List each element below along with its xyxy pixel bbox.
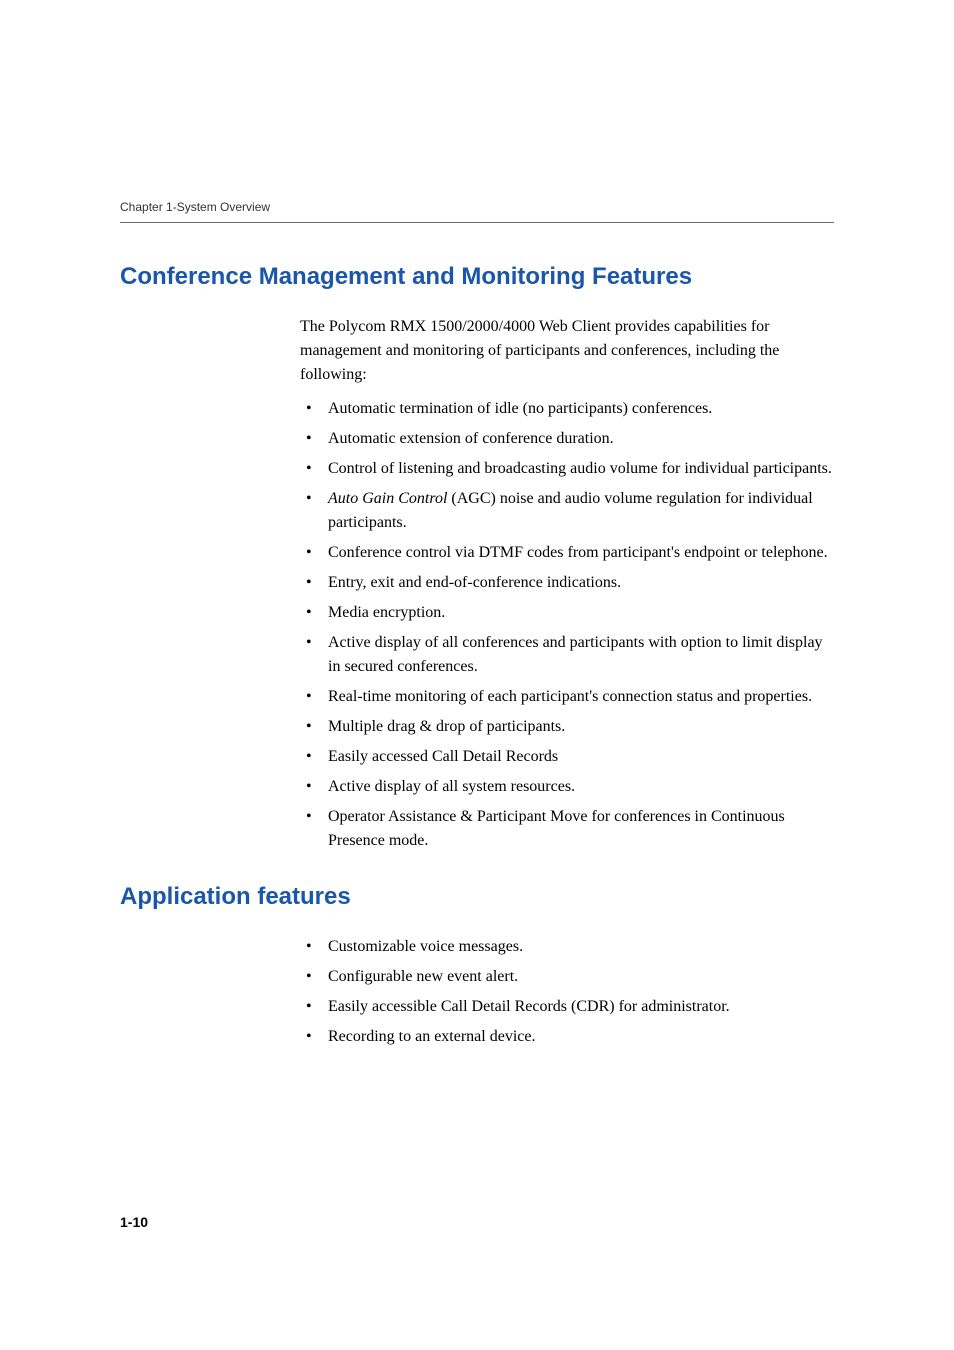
section-intro-paragraph: The Polycom RMX 1500/2000/4000 Web Clien…	[300, 315, 834, 387]
list-item-text: Active display of all conferences and pa…	[328, 634, 823, 675]
list-item: Real-time monitoring of each participant…	[300, 685, 834, 709]
list-item-text: Control of listening and broadcasting au…	[328, 460, 832, 477]
list-item-text: Media encryption.	[328, 604, 445, 621]
list-item: Auto Gain Control (AGC) noise and audio …	[300, 487, 834, 535]
page-container: Chapter 1-System Overview Conference Man…	[0, 0, 954, 1350]
bullet-list-conference-mgmt: Automatic termination of idle (no partic…	[300, 397, 834, 853]
list-item: Automatic termination of idle (no partic…	[300, 397, 834, 421]
list-item: Operator Assistance & Participant Move f…	[300, 805, 834, 853]
list-item-text: Active display of all system resources.	[328, 778, 575, 795]
list-item: Customizable voice messages.	[300, 935, 834, 959]
list-item-text: Configurable new event alert.	[328, 968, 518, 985]
bullet-list-application-features: Customizable voice messages. Configurabl…	[300, 935, 834, 1049]
list-item-text: Real-time monitoring of each participant…	[328, 688, 812, 705]
section-body-application-features: Customizable voice messages. Configurabl…	[300, 935, 834, 1049]
section-heading-application-features: Application features	[120, 883, 834, 911]
list-item: Configurable new event alert.	[300, 965, 834, 989]
list-item-text: Conference control via DTMF codes from p…	[328, 544, 828, 561]
list-item: Easily accessed Call Detail Records	[300, 745, 834, 769]
list-item: Easily accessible Call Detail Records (C…	[300, 995, 834, 1019]
list-item-text: Entry, exit and end-of-conference indica…	[328, 574, 621, 591]
list-item-text: Automatic termination of idle (no partic…	[328, 400, 712, 417]
list-item: Recording to an external device.	[300, 1025, 834, 1049]
list-item: Active display of all conferences and pa…	[300, 631, 834, 679]
list-item-text: Automatic extension of conference durati…	[328, 430, 614, 447]
list-item-italic: Auto Gain Control	[328, 490, 447, 507]
header-divider	[120, 222, 834, 223]
list-item-text: Easily accessed Call Detail Records	[328, 748, 558, 765]
list-item: Control of listening and broadcasting au…	[300, 457, 834, 481]
list-item-text: Recording to an external device.	[328, 1028, 535, 1045]
section-body-conference-mgmt: The Polycom RMX 1500/2000/4000 Web Clien…	[300, 315, 834, 853]
list-item-text: Operator Assistance & Participant Move f…	[328, 808, 785, 849]
list-item: Media encryption.	[300, 601, 834, 625]
list-item: Entry, exit and end-of-conference indica…	[300, 571, 834, 595]
list-item: Active display of all system resources.	[300, 775, 834, 799]
list-item: Multiple drag & drop of participants.	[300, 715, 834, 739]
chapter-header: Chapter 1-System Overview	[120, 200, 834, 214]
list-item: Automatic extension of conference durati…	[300, 427, 834, 451]
section-heading-conference-mgmt: Conference Management and Monitoring Fea…	[120, 263, 834, 291]
page-number: 1-10	[120, 1214, 148, 1230]
list-item: Conference control via DTMF codes from p…	[300, 541, 834, 565]
list-item-text: Multiple drag & drop of participants.	[328, 718, 565, 735]
list-item-text: Easily accessible Call Detail Records (C…	[328, 998, 730, 1015]
list-item-text: Customizable voice messages.	[328, 938, 523, 955]
